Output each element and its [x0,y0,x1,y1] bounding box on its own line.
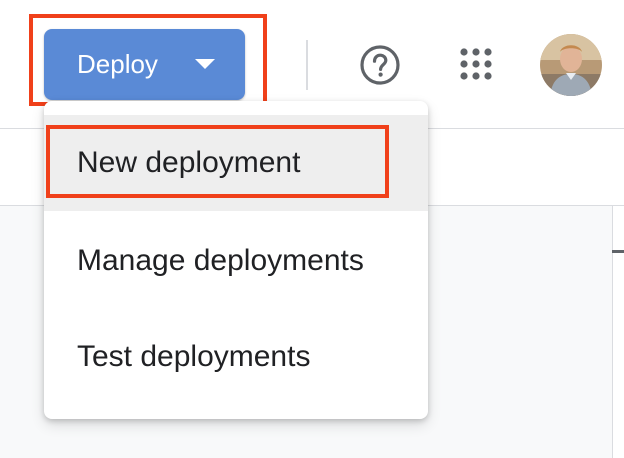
menu-item-manage-deployments[interactable]: Manage deployments [44,213,428,309]
help-icon[interactable] [359,44,401,86]
panel-marker [612,250,624,253]
toolbar-divider [306,40,308,90]
deploy-button-label: Deploy [77,49,158,79]
deploy-dropdown-menu: New deployment Manage deployments Test d… [44,101,428,419]
menu-item-test-deployments[interactable]: Test deployments [44,309,428,405]
avatar[interactable] [540,34,602,96]
right-panel-edge [612,206,624,458]
deploy-button[interactable]: Deploy [44,29,245,100]
apps-grid-icon[interactable] [458,46,494,82]
caret-down-icon [195,59,215,69]
menu-item-new-deployment[interactable]: New deployment [44,115,428,211]
